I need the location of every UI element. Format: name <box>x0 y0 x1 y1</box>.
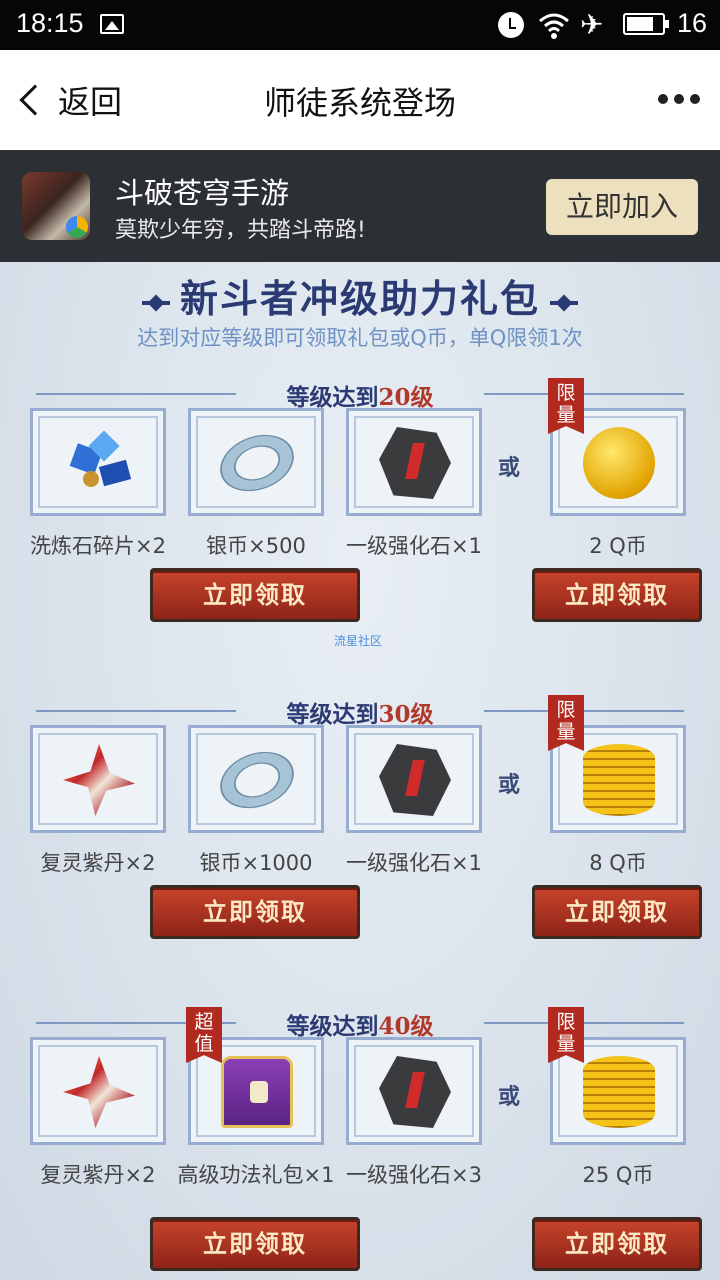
game-banner: 斗破苍穹手游 莫欺少年穷，共踏斗帝路! 立即加入 <box>0 150 720 262</box>
battery-icon <box>623 13 669 35</box>
section-divider: 等级达到20级 <box>36 378 684 412</box>
stone-icon <box>379 427 451 499</box>
shard-icon <box>63 427 135 499</box>
section-level: 30 <box>378 701 411 728</box>
reward-alt-label: 2 Q币 <box>589 534 647 558</box>
game-slogan: 莫欺少年穷，共踏斗帝路! <box>115 218 366 243</box>
status-time: 18:15 <box>16 8 84 38</box>
reward-item-box <box>346 725 482 833</box>
diamond-ornament-icon <box>147 294 165 311</box>
section-title: 等级达到20级 <box>36 378 684 412</box>
limited-badge: 限量 <box>548 1007 584 1063</box>
reward-item-label: 复灵紫丹×2 <box>40 1163 156 1187</box>
claim-items-button[interactable]: 立即领取 <box>150 568 360 622</box>
alarm-icon <box>498 12 524 38</box>
reward-item-box <box>188 408 324 516</box>
limited-badge: 限量 <box>548 695 584 751</box>
game-name: 斗破苍穹手游 <box>115 176 290 210</box>
watermark: 流星社区 <box>334 634 383 648</box>
section-level: 40 <box>378 1013 411 1040</box>
more-menu-button[interactable] <box>658 94 700 104</box>
page-title: 师徒系统登场 <box>263 84 456 122</box>
qcoin-stack-icon <box>583 744 655 816</box>
or-label: 或 <box>498 455 521 481</box>
reward-item-label: 一级强化石×1 <box>346 534 482 558</box>
limited-badge: 限量 <box>548 378 584 434</box>
game-app-icon <box>22 172 90 240</box>
claim-qcoin-button[interactable]: 立即领取 <box>532 885 702 939</box>
claim-qcoin-button[interactable]: 立即领取 <box>532 1217 702 1271</box>
reward-item-box <box>346 408 482 516</box>
join-now-button[interactable]: 立即加入 <box>546 179 698 235</box>
super-value-badge: 超值 <box>186 1007 222 1063</box>
section-title: 等级达到40级 <box>36 1007 684 1041</box>
chest-icon <box>221 1056 293 1128</box>
or-label: 或 <box>498 772 521 798</box>
section-title-suffix: 级 <box>410 1013 434 1040</box>
claim-items-button[interactable]: 立即领取 <box>150 1217 360 1271</box>
or-label: 或 <box>498 1084 521 1110</box>
reward-item-box <box>346 1037 482 1145</box>
qcoin-icon <box>583 427 655 499</box>
section-title-prefix: 等级达到 <box>286 1013 379 1040</box>
silver-coin-icon <box>214 427 300 499</box>
claim-items-button[interactable]: 立即领取 <box>150 885 360 939</box>
section-title-suffix: 级 <box>410 384 434 411</box>
section-title-prefix: 等级达到 <box>286 384 379 411</box>
section-divider: 等级达到30级 <box>36 695 684 729</box>
more-dot-icon <box>690 94 700 104</box>
reward-item-label: 一级强化石×1 <box>346 851 482 875</box>
reward-item-box <box>30 1037 166 1145</box>
reward-item-label: 洗炼石碎片×2 <box>30 534 166 558</box>
reward-item-box <box>30 725 166 833</box>
status-bar: 18:15 ✈ 16 <box>0 0 720 50</box>
more-dot-icon <box>674 94 684 104</box>
airplane-mode-icon: ✈ <box>580 8 604 41</box>
reward-item-label: 高级功法礼包×1 <box>177 1163 335 1187</box>
reward-item-label: 复灵紫丹×2 <box>40 851 156 875</box>
reward-item-box <box>30 408 166 516</box>
pill-icon <box>63 744 135 816</box>
section-title-prefix: 等级达到 <box>286 701 379 728</box>
reward-item-box <box>188 725 324 833</box>
section-title: 等级达到30级 <box>36 695 684 729</box>
image-notification-icon <box>100 14 124 34</box>
tencent-game-logo-icon <box>66 216 88 238</box>
pill-icon <box>63 1056 135 1128</box>
promo-subline: 达到对应等级即可领取礼包或Q币，单Q限领1次 <box>137 326 583 350</box>
stone-icon <box>379 1056 451 1128</box>
battery-level: 16 <box>677 8 708 38</box>
silver-coin-icon <box>214 744 300 816</box>
nav-bar: 返回 师徒系统登场 <box>0 50 720 150</box>
reward-item-label: 银币×500 <box>206 534 306 558</box>
qcoin-stack-icon <box>583 1056 655 1128</box>
section-divider: 等级达到40级 <box>36 1007 684 1041</box>
promo-headline-text: 新斗者冲级助力礼包 <box>179 276 540 321</box>
level-section-30: 等级达到30级 复灵紫丹×2 银币×1000 一级强化石×1 或 限量 8 Q币… <box>0 695 720 995</box>
reward-item-label: 一级强化石×3 <box>346 1163 482 1187</box>
promo-headline: 新斗者冲级助力礼包 <box>0 268 720 323</box>
level-section-40: 等级达到40级 复灵紫丹×2 超值 高级功法礼包×1 一级强化石×3 或 限量 … <box>0 1007 720 1280</box>
promo-content: 新斗者冲级助力礼包 达到对应等级即可领取礼包或Q币，单Q限领1次 等级达到20级… <box>0 262 720 1280</box>
stone-icon <box>379 744 451 816</box>
more-dot-icon <box>658 94 668 104</box>
wifi-icon <box>539 13 569 39</box>
section-level: 20 <box>378 384 411 411</box>
section-title-suffix: 级 <box>410 701 434 728</box>
reward-alt-label: 25 Q币 <box>582 1163 654 1187</box>
claim-qcoin-button[interactable]: 立即领取 <box>532 568 702 622</box>
reward-alt-label: 8 Q币 <box>589 851 647 875</box>
diamond-ornament-icon <box>555 294 573 311</box>
reward-item-label: 银币×1000 <box>199 851 313 875</box>
